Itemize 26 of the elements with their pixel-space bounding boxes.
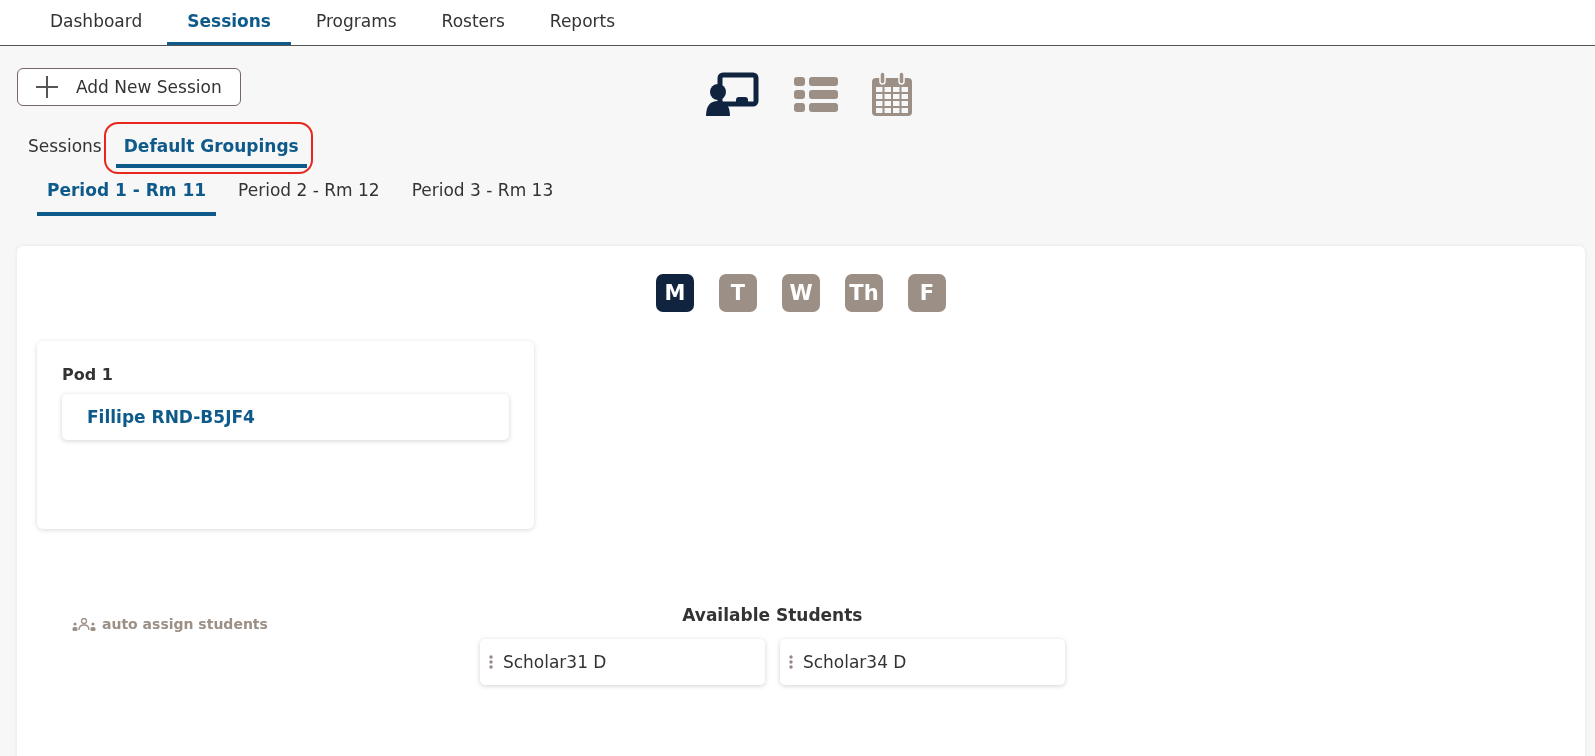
nav-tab[interactable]: Sessions [167, 0, 291, 45]
period-tab[interactable]: Period 1 - Rm 11 [37, 176, 217, 216]
calendar-icon [872, 72, 912, 116]
nav-tab[interactable]: Dashboard [30, 0, 163, 45]
student-name: Scholar34 D [802, 652, 907, 672]
list-icon [794, 76, 838, 112]
section-title: Available Students [682, 605, 863, 625]
nav-tab[interactable]: Rosters [421, 0, 525, 45]
student-chip[interactable]: Fillipe RND-B5JF4 [62, 394, 509, 440]
drag-handle-icon [788, 655, 793, 669]
period-tab[interactable]: Period 3 - Rm 13 [401, 176, 564, 216]
nav-tab[interactable]: Programs [296, 0, 417, 45]
student-card[interactable]: Scholar31 D [479, 639, 765, 685]
sub-tab[interactable]: Default Groupings [115, 130, 307, 168]
add-session-button[interactable]: Add New Session [17, 68, 241, 106]
drag-handle-icon [488, 655, 493, 669]
student-card[interactable]: Scholar34 D [779, 639, 1065, 685]
sub-tab[interactable]: Sessions [20, 130, 110, 168]
plus-icon [36, 76, 58, 98]
day-button[interactable]: M [656, 274, 694, 312]
period-tab[interactable]: Period 2 - Rm 12 [228, 176, 390, 216]
pod-title: Pod 1 [62, 365, 114, 384]
student-name: Scholar31 D [502, 652, 607, 672]
teacher-icon [706, 72, 760, 116]
nav-tab[interactable]: Reports [529, 0, 636, 45]
people-icon [72, 617, 96, 631]
